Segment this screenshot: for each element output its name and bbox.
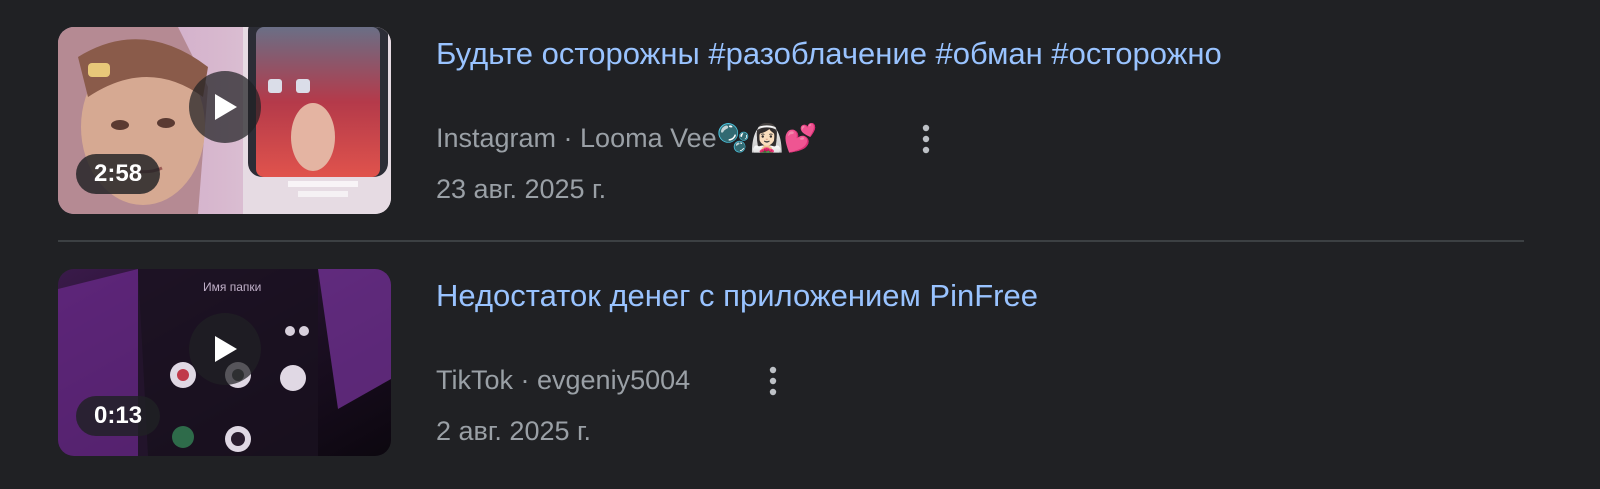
- video-date: 2 авг. 2025 г.: [436, 416, 592, 446]
- more-vert-icon: [922, 124, 930, 154]
- more-vert-icon: [769, 366, 777, 396]
- video-result: 2:58 Будьте осторожны #разоблачение #обм…: [58, 27, 1524, 217]
- play-icon: [215, 94, 237, 120]
- duration-badge: 0:13: [76, 396, 161, 436]
- results-divider: [58, 240, 1524, 242]
- thumbnail-caption: Имя папки: [203, 280, 261, 294]
- video-thumbnail[interactable]: 2:58: [58, 27, 391, 214]
- video-title-link[interactable]: Будьте осторожны #разоблачение #обман #о…: [436, 35, 1222, 73]
- video-source: TikTok · evgeniy5004: [436, 365, 691, 395]
- video-source: Instagram · Looma Vee🫧👰🏻‍♀️💕: [436, 123, 818, 153]
- more-options-button[interactable]: [757, 364, 789, 398]
- video-date: 23 авг. 2025 г.: [436, 174, 607, 204]
- duration-badge: 2:58: [76, 154, 161, 194]
- video-results-list: 2:58 Будьте осторожны #разоблачение #обм…: [0, 0, 1600, 489]
- play-button[interactable]: [189, 313, 261, 385]
- play-button[interactable]: [189, 71, 261, 143]
- play-icon: [215, 336, 237, 362]
- video-thumbnail[interactable]: Имя папки 0:13: [58, 269, 391, 456]
- video-title-link[interactable]: Недостаток денег с приложением PinFree: [436, 277, 1038, 315]
- more-options-button[interactable]: [910, 122, 942, 156]
- video-result: Имя папки 0:13 Недостаток денег с прилож…: [58, 269, 1524, 459]
